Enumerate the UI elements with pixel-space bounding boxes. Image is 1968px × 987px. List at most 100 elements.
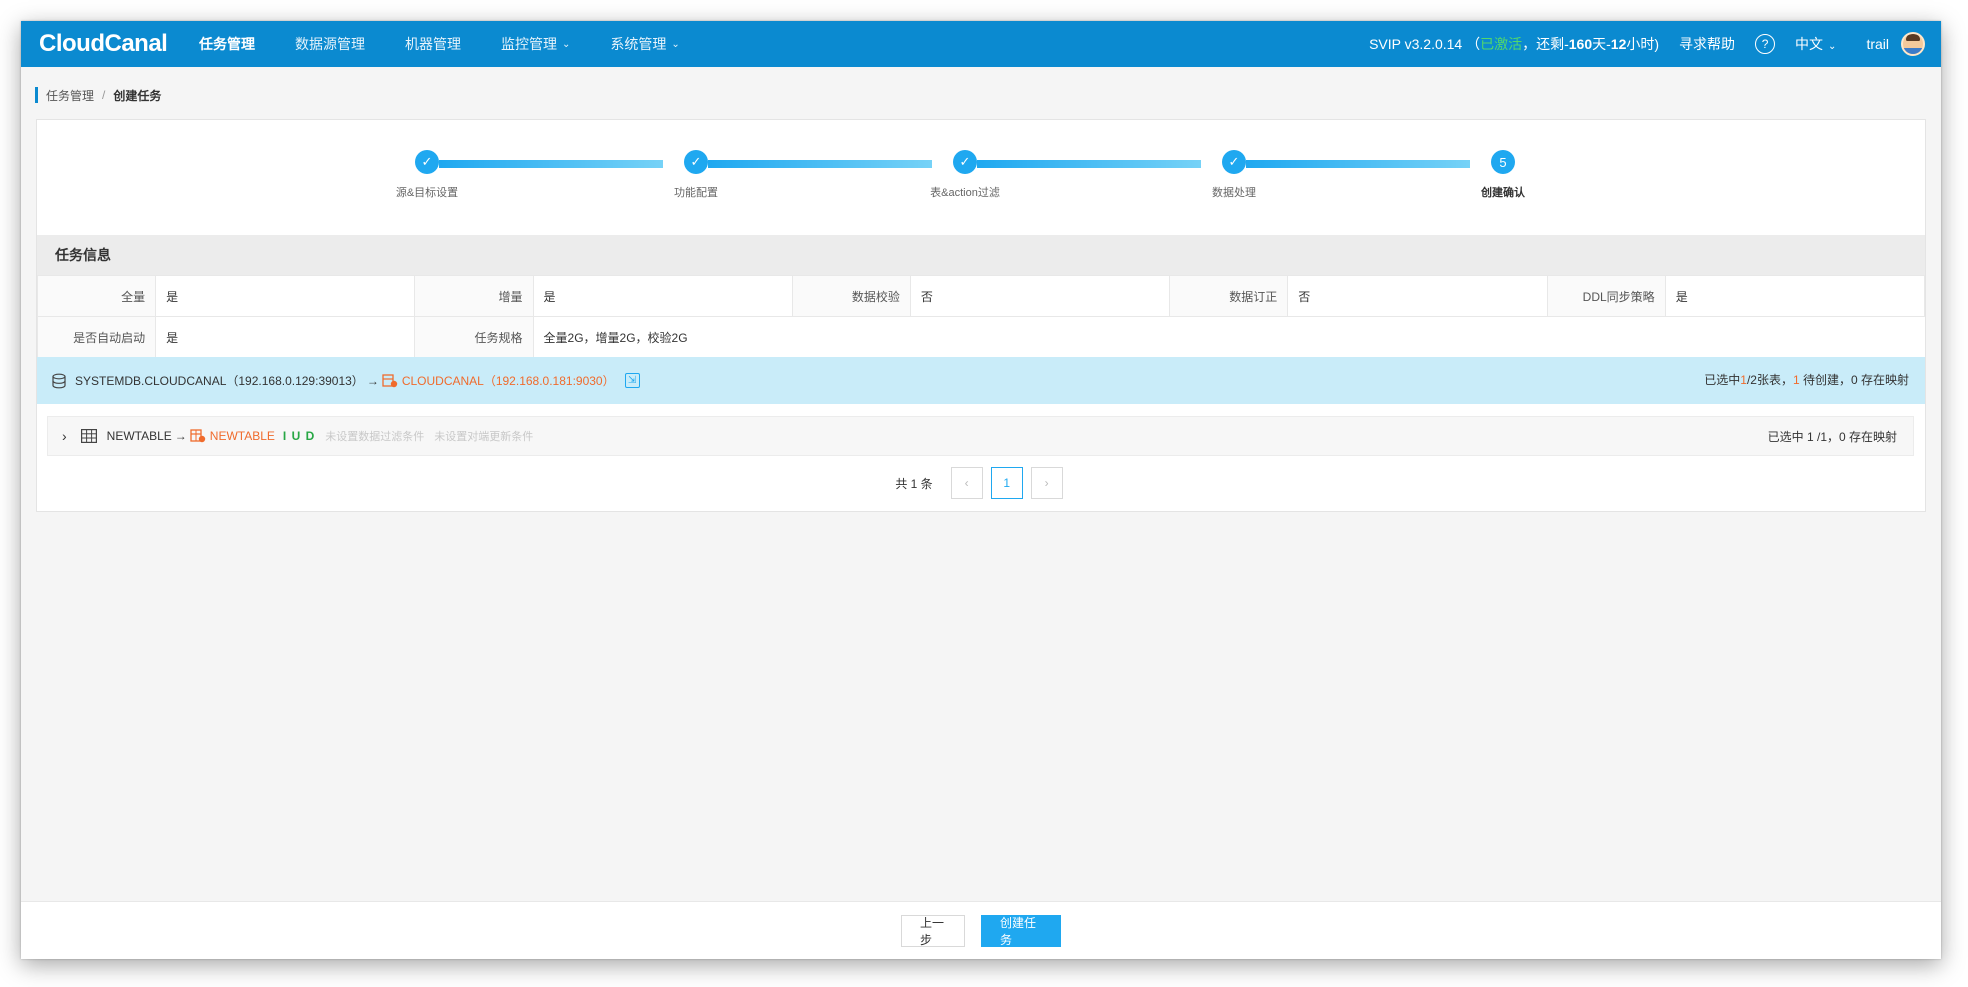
table-icon <box>80 429 97 443</box>
step-number: 5 <box>1491 150 1515 174</box>
breadcrumb-current: 创建任务 <box>113 88 162 103</box>
check-icon: ✓ <box>1222 150 1246 174</box>
step-progress: ✓ 源&目标设置 ✓ 功能配置 ✓ 表&action过滤 ✓ 数据处理 5 创建… <box>37 120 1925 235</box>
info-value: 是 <box>1664 275 1926 317</box>
table-summary: 已选中 1 /1，0 存在映射 <box>1767 430 1897 444</box>
breadcrumb: 任务管理 / 创建任务 <box>35 87 161 103</box>
collapse-icon[interactable]: ⇲ <box>624 373 640 388</box>
summary-suffix: 待创建，0 存在映射 <box>1799 373 1909 387</box>
table-row: › NEWTABLE → NEWTABLE I U D 未设置数据过滤条件 未设… <box>47 416 1914 456</box>
step-label: 表&action过滤 <box>930 187 1000 199</box>
datasource-summary: 已选中1/2张表，1 待创建，0 存在映射 <box>1704 357 1909 404</box>
database-icon <box>52 373 66 388</box>
update-hint[interactable]: 未设置对端更新条件 <box>434 428 533 444</box>
action-badge: I U D <box>282 429 316 443</box>
task-info-row: 是否自动启动 是 任务规格 全量2G，增量2G，校验2G <box>36 316 1925 358</box>
check-icon: ✓ <box>684 150 708 174</box>
next-page-button[interactable]: › <box>1030 467 1063 499</box>
nav-monitor-management[interactable]: 监控管理 ⌄ <box>501 34 570 54</box>
question-icon[interactable]: ? <box>1755 34 1776 54</box>
create-task-button[interactable]: 创建任务 <box>981 914 1061 947</box>
target-db-icon <box>382 373 398 387</box>
step-table-action-filter: ✓ 表&action过滤 <box>865 150 1065 200</box>
check-icon: ✓ <box>415 150 439 174</box>
target-datasource: CLOUDCANAL（192.168.0.181:9030） <box>401 374 615 388</box>
step-create-confirm: 5 创建确认 <box>1403 150 1603 200</box>
step-label: 源&目标设置 <box>395 187 459 199</box>
info-key: 全量 <box>36 275 157 317</box>
nav-label: 任务管理 <box>199 36 255 52</box>
summary-pending: 1 <box>1792 373 1800 387</box>
summary-mid: /2张表， <box>1746 373 1793 387</box>
nav-label: 监控管理 <box>501 36 557 52</box>
nav-label: 数据源管理 <box>295 36 365 52</box>
nav-system-management[interactable]: 系统管理 ⌄ <box>610 34 679 54</box>
breadcrumb-parent[interactable]: 任务管理 <box>46 87 94 104</box>
activated-text: 已激活 <box>1480 36 1523 52</box>
arrow-right-icon: → <box>174 429 187 443</box>
info-key: 增量 <box>414 275 534 317</box>
summary-prefix: 已选中 <box>1704 373 1741 387</box>
expand-icon[interactable]: › <box>62 428 67 444</box>
prev-page-button[interactable]: ‹ <box>950 467 983 499</box>
chevron-down-icon: ⌄ <box>562 38 571 50</box>
chevron-down-icon: ⌄ <box>1828 41 1837 52</box>
task-info-row: 全量 是 增量 是 数据校验 否 数据订正 否 DDL同步策略 是 <box>36 275 1926 317</box>
step-label: 数据处理 <box>1212 187 1256 199</box>
source-datasource: SYSTEMDB.CLOUDCANAL（192.168.0.129:39013） <box>75 374 364 388</box>
info-key: 是否自动启动 <box>36 316 157 358</box>
version-text: SVIP v3.2.0.14 <box>1369 36 1463 52</box>
nav-datasource-management[interactable]: 数据源管理 <box>295 34 365 54</box>
previous-step-button[interactable]: 上一步 <box>901 914 965 947</box>
nav-machine-management[interactable]: 机器管理 <box>405 34 461 54</box>
footer-actions: 上一步 创建任务 <box>21 901 1941 959</box>
breadcrumb-separator: / <box>102 88 106 102</box>
info-key: DDL同步策略 <box>1546 275 1666 317</box>
arrow-right-icon: → <box>366 373 379 388</box>
language-label: 中文 <box>1795 36 1824 52</box>
target-table: NEWTABLE <box>209 429 275 443</box>
info-value: 是 <box>155 275 416 317</box>
info-key: 任务规格 <box>414 316 534 358</box>
cloudcanal-logo[interactable]: CloudCanal <box>39 30 199 58</box>
remaining-days: 160 <box>1568 36 1593 52</box>
step-source-target: ✓ 源&目标设置 <box>327 150 527 200</box>
step-label: 功能配置 <box>674 187 718 199</box>
info-value: 全量2G，增量2G，校验2G <box>532 316 1925 358</box>
username[interactable]: trail <box>1866 36 1889 52</box>
pagination-total: 共 1 条 <box>895 476 933 491</box>
top-navigation-bar: CloudCanal 任务管理 数据源管理 机器管理 监控管理 ⌄ 系统管理 ⌄ S… <box>21 21 1941 67</box>
step-function-config: ✓ 功能配置 <box>596 150 796 200</box>
info-value: 是 <box>532 275 793 317</box>
app-window: CloudCanal 任务管理 数据源管理 机器管理 监控管理 ⌄ 系统管理 ⌄ S… <box>21 21 1941 959</box>
chevron-down-icon: ⌄ <box>671 38 680 50</box>
filter-hint[interactable]: 未设置数据过滤条件 <box>325 428 424 444</box>
avatar[interactable] <box>1901 32 1925 56</box>
remaining-hours: 12 <box>1610 36 1627 52</box>
hours-unit: 小时) <box>1626 36 1660 52</box>
task-info-table: 全量 是 增量 是 数据校验 否 数据订正 否 DDL同步策略 是 是否自动启动… <box>36 275 1926 358</box>
info-value: 否 <box>909 275 1171 317</box>
datasource-pair: SYSTEMDB.CLOUDCANAL（192.168.0.129:39013）… <box>37 372 640 389</box>
step-data-processing: ✓ 数据处理 <box>1134 150 1334 200</box>
nav-label: 机器管理 <box>405 36 461 52</box>
nav-task-management[interactable]: 任务管理 <box>199 34 255 54</box>
main-nav: 任务管理 数据源管理 机器管理 监控管理 ⌄ 系统管理 ⌄ <box>199 21 720 67</box>
nav-label: 系统管理 <box>610 36 667 52</box>
summary-selected: 1 <box>1740 373 1747 387</box>
license-status: SVIP v3.2.0.14 （已激活，还剩-160天-12小时) <box>1369 34 1659 54</box>
info-value: 是 <box>155 316 416 358</box>
days-unit: 天- <box>1592 36 1611 52</box>
datasource-mapping-row: SYSTEMDB.CLOUDCANAL（192.168.0.129:39013）… <box>37 357 1925 404</box>
paren: （ <box>1466 36 1481 52</box>
info-value: 否 <box>1287 275 1548 317</box>
step-label: 创建确认 <box>1481 187 1525 199</box>
page-1-button[interactable]: 1 <box>990 467 1023 499</box>
language-selector[interactable]: 中文 ⌄ <box>1795 34 1836 54</box>
remaining-prefix: ，还剩- <box>1522 36 1569 52</box>
create-task-card: ✓ 源&目标设置 ✓ 功能配置 ✓ 表&action过滤 ✓ 数据处理 5 创建… <box>36 119 1926 512</box>
target-table-icon <box>190 429 205 443</box>
topbar-right: SVIP v3.2.0.14 （已激活，还剩-160天-12小时) 寻求帮助 ?… <box>1369 21 1925 67</box>
task-info-title: 任务信息 <box>37 235 1925 275</box>
help-link[interactable]: 寻求帮助 <box>1679 34 1735 54</box>
